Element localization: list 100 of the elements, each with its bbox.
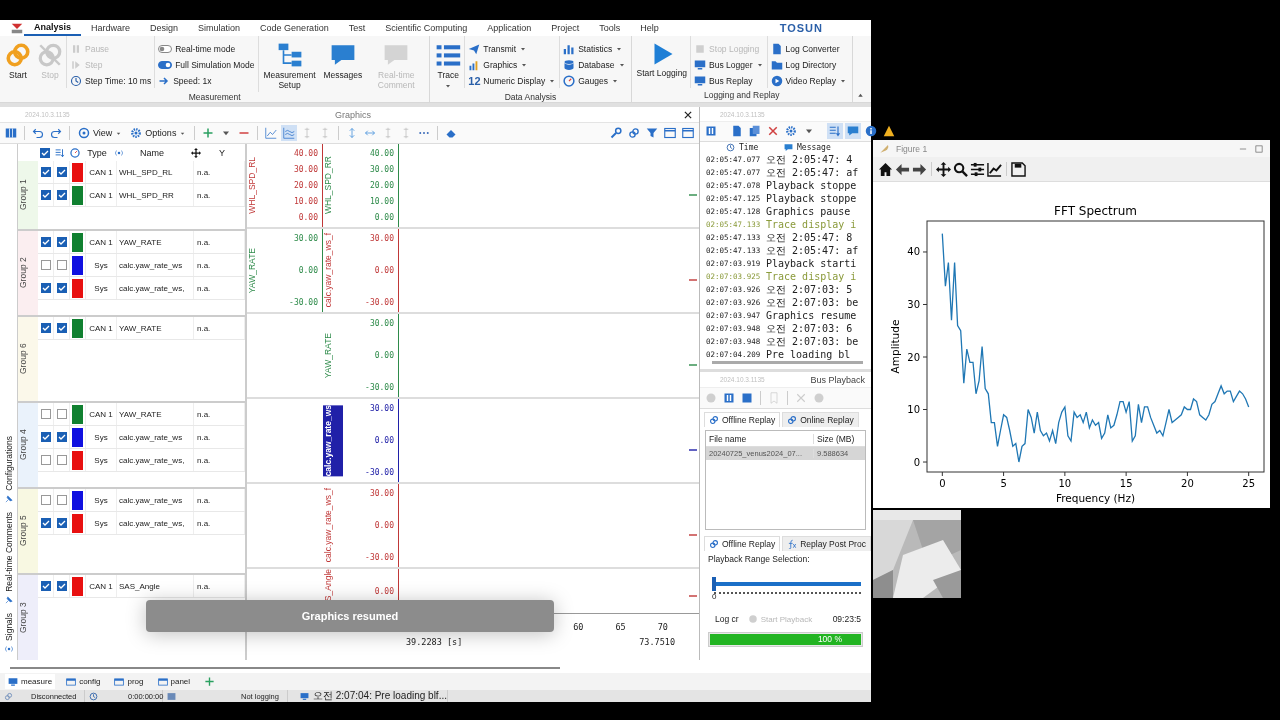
- sort-button[interactable]: [827, 123, 843, 140]
- signal-row[interactable]: Sys calc.yaw_rate_ws, n.a.: [38, 277, 245, 300]
- save-button[interactable]: [1010, 159, 1027, 179]
- side-tab[interactable]: Real-time Comments: [0, 512, 17, 606]
- checkbox[interactable]: [40, 260, 51, 270]
- checkbox[interactable]: [40, 237, 51, 247]
- ribbon-button[interactable]: Video Replay: [770, 74, 847, 88]
- signal-row[interactable]: Sys calc.yaw_rate_ws n.a.: [38, 254, 245, 277]
- checkbox[interactable]: [56, 323, 67, 333]
- color-swatch[interactable]: [72, 576, 83, 596]
- color-swatch[interactable]: [72, 318, 83, 338]
- checkbox[interactable]: [56, 495, 67, 505]
- axis-title[interactable]: calc.yaw_rate_ws_f: [323, 488, 343, 563]
- signal-row[interactable]: CAN 1 SAS_Angle n.a.: [38, 575, 245, 598]
- signal-row[interactable]: CAN 1 YAW_RATE n.a.: [38, 317, 245, 340]
- checkbox[interactable]: [56, 581, 67, 591]
- color-swatch[interactable]: [72, 513, 83, 533]
- signal-row[interactable]: CAN 1 YAW_RATE n.a.: [38, 403, 245, 426]
- ribbon-button[interactable]: Gauges: [563, 74, 626, 88]
- document-tab[interactable]: measure: [5, 674, 56, 689]
- checkbox[interactable]: [40, 581, 51, 591]
- ribbon-button[interactable]: Database: [563, 58, 626, 72]
- menu-tab[interactable]: Hardware: [81, 20, 141, 36]
- color-swatch[interactable]: [72, 490, 83, 510]
- checkbox[interactable]: [40, 147, 50, 158]
- ribbon-button[interactable]: Start Logging: [633, 40, 691, 80]
- ribbon-button[interactable]: Graphics: [468, 58, 557, 72]
- signal-row[interactable]: Sys calc.yaw_rate_ws n.a.: [38, 489, 245, 512]
- menu-tab[interactable]: Test: [338, 20, 376, 36]
- column-header[interactable]: Y: [219, 147, 225, 158]
- move-button[interactable]: [935, 159, 952, 179]
- checkbox[interactable]: [40, 409, 51, 419]
- checkbox[interactable]: [56, 518, 67, 528]
- checkbox[interactable]: [56, 409, 67, 419]
- menu-tab[interactable]: Design: [140, 20, 189, 36]
- ribbon-button[interactable]: Bus Replay: [694, 74, 764, 88]
- time-field[interactable]: 09:23:5: [832, 614, 867, 624]
- color-swatch[interactable]: [72, 450, 83, 470]
- checkbox[interactable]: [40, 190, 51, 200]
- side-tab[interactable]: Signals: [0, 613, 17, 654]
- checkbox[interactable]: [56, 237, 67, 247]
- scrollbar[interactable]: [712, 361, 863, 364]
- caret-icon[interactable]: [856, 91, 865, 100]
- ribbon-button[interactable]: Messages: [320, 40, 366, 82]
- wrench-button[interactable]: [608, 125, 624, 141]
- column-header[interactable]: Message: [797, 143, 831, 153]
- checkbox[interactable]: [40, 167, 51, 177]
- document-tab[interactable]: prog: [111, 674, 147, 689]
- color-swatch[interactable]: [72, 255, 83, 275]
- menu-tab[interactable]: Scientific Computing: [375, 20, 478, 36]
- stacked-chart-button[interactable]: [281, 125, 298, 141]
- color-swatch[interactable]: [72, 232, 83, 252]
- ribbon-button[interactable]: Log Directory: [770, 58, 847, 72]
- menu-tab[interactable]: Simulation: [188, 20, 251, 36]
- checkbox[interactable]: [40, 495, 51, 505]
- color-swatch[interactable]: [72, 278, 83, 298]
- ribbon-button[interactable]: Start: [2, 40, 34, 82]
- checkbox[interactable]: [40, 432, 51, 442]
- window-button[interactable]: [680, 125, 696, 141]
- signal-row[interactable]: Sys calc.yaw_rate_ws, n.a.: [38, 512, 245, 535]
- view-menu-button[interactable]: View: [75, 127, 126, 139]
- menu-tab[interactable]: Project: [541, 20, 590, 36]
- ribbon-button[interactable]: Bus Logger: [694, 58, 764, 72]
- column-header[interactable]: Name: [140, 147, 164, 158]
- checkbox[interactable]: [40, 455, 51, 465]
- menu-tab[interactable]: Tools: [589, 20, 631, 36]
- checkbox[interactable]: [56, 455, 67, 465]
- scrollbar[interactable]: [10, 667, 560, 669]
- tab[interactable]: Offline Replay: [704, 536, 781, 551]
- ribbon-button[interactable]: Log Converter: [770, 42, 847, 56]
- link-button[interactable]: [626, 125, 642, 141]
- document-tab[interactable]: panel: [154, 674, 194, 689]
- checkbox[interactable]: [56, 167, 67, 177]
- chat-button[interactable]: [845, 123, 861, 140]
- column-header[interactable]: File name: [706, 433, 813, 444]
- checkbox[interactable]: [40, 323, 51, 333]
- document-tab[interactable]: config: [63, 674, 104, 689]
- signal-row[interactable]: CAN 1 YAW_RATE n.a.: [38, 231, 245, 254]
- tab[interactable]: Offline Replay: [704, 412, 781, 427]
- signal-row[interactable]: CAN 1 WHL_SPD_RR n.a.: [38, 184, 245, 207]
- column-header[interactable]: Time: [739, 143, 759, 153]
- menu-tab[interactable]: Code Generation: [250, 20, 339, 36]
- checkbox[interactable]: [40, 518, 51, 528]
- column-header[interactable]: Size (MB): [813, 433, 865, 444]
- checkbox[interactable]: [56, 190, 67, 200]
- ribbon-button[interactable]: Statistics: [563, 42, 626, 56]
- ribbon-button[interactable]: Transmit: [468, 42, 557, 56]
- signal-row[interactable]: Sys calc.yaw_rate_ws n.a.: [38, 426, 245, 449]
- signal-row[interactable]: Sys calc.yaw_rate_ws, n.a.: [38, 449, 245, 472]
- options-menu-button[interactable]: Options: [127, 127, 190, 139]
- ribbon-button[interactable]: Measurement Setup: [258, 40, 321, 92]
- axis-title[interactable]: calc.yaw_rate_ws_f: [323, 233, 343, 308]
- mode-toggle[interactable]: Full Simulation Mode: [158, 58, 255, 72]
- axis-title[interactable]: WHL_SPD_RL: [247, 157, 267, 214]
- signal-row[interactable]: CAN 1 WHL_SPD_RL n.a.: [38, 161, 245, 184]
- menu-tab[interactable]: Application: [477, 20, 542, 36]
- axis-title[interactable]: WHL_SPD_RR: [323, 156, 343, 215]
- range-slider[interactable]: 0: [714, 576, 861, 608]
- axis-title[interactable]: YAW_RATE: [247, 247, 267, 294]
- ribbon-button[interactable]: Step Time: 10 ms: [70, 74, 152, 88]
